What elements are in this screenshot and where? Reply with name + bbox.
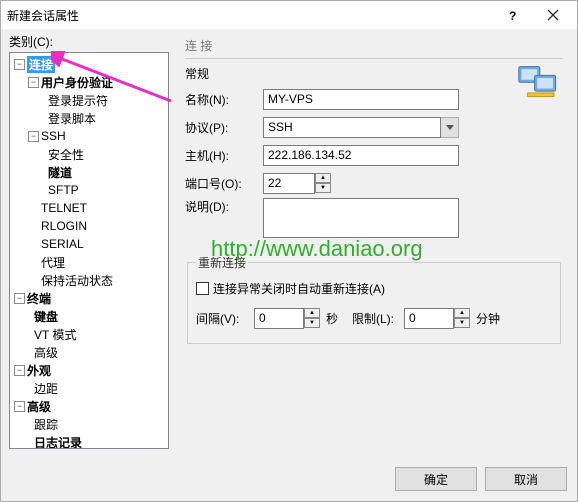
panel-header: 连 接 [185, 37, 563, 54]
limit-input[interactable] [404, 308, 454, 329]
tree-node-proxy[interactable]: 代理 [10, 253, 168, 271]
computers-icon [517, 63, 561, 103]
tree-node-rlogin[interactable]: RLOGIN [10, 217, 168, 235]
protocol-label: 协议(P): [185, 119, 263, 136]
tree-node-sftp[interactable]: SFTP [10, 181, 168, 199]
tree-node-vtmode[interactable]: VT 模式 [10, 325, 168, 343]
general-label: 常规 [185, 65, 563, 82]
collapse-icon[interactable]: − [14, 293, 25, 304]
tree-node-margin[interactable]: 边距 [10, 379, 168, 397]
host-input[interactable] [263, 145, 459, 166]
tree-node-advanced[interactable]: −高级 [10, 397, 168, 415]
desc-label: 说明(D): [185, 198, 263, 215]
tree-node-trace[interactable]: 跟踪 [10, 415, 168, 433]
interval-spinner[interactable]: ▲▼ [304, 308, 320, 328]
tree-node-auth[interactable]: −用户身份验证 [10, 73, 168, 91]
tree-node-keepalive[interactable]: 保持活动状态 [10, 271, 168, 289]
limit-label: 限制(L): [352, 310, 404, 327]
protocol-select[interactable]: SSH [263, 117, 459, 138]
tree-node-ssh[interactable]: −SSH [10, 127, 168, 145]
tree-node-serial[interactable]: SERIAL [10, 235, 168, 253]
collapse-icon[interactable]: − [14, 59, 25, 70]
interval-unit: 秒 [326, 310, 338, 327]
auto-reconnect-checkbox[interactable] [196, 282, 209, 295]
close-button[interactable] [535, 3, 571, 27]
chevron-down-icon[interactable] [441, 117, 459, 138]
category-label: 类别(C): [9, 33, 169, 50]
reconnect-legend: 重新连接 [196, 254, 248, 271]
host-label: 主机(H): [185, 147, 263, 164]
port-label: 端口号(O): [185, 175, 263, 192]
port-input[interactable] [263, 173, 315, 194]
interval-input[interactable] [254, 308, 304, 329]
tree-node-terminal[interactable]: −终端 [10, 289, 168, 307]
tree-node-connection[interactable]: −连接 [10, 55, 168, 73]
auto-reconnect-label: 连接异常关闭时自动重新连接(A) [213, 280, 385, 297]
tree-node-login-prompt[interactable]: 登录提示符 [10, 91, 168, 109]
name-input[interactable] [263, 89, 459, 110]
svg-text:?: ? [509, 9, 516, 21]
name-label: 名称(N): [185, 91, 263, 108]
collapse-icon[interactable]: − [28, 77, 39, 88]
tree-node-security[interactable]: 安全性 [10, 145, 168, 163]
reconnect-group: 重新连接 连接异常关闭时自动重新连接(A) 间隔(V): ▲▼ 秒 限制(L):… [187, 254, 561, 344]
titlebar: 新建会话属性 ? [1, 1, 577, 29]
help-button[interactable]: ? [495, 3, 531, 27]
cancel-button[interactable]: 取消 [485, 467, 567, 491]
port-spinner[interactable]: ▲▼ [315, 173, 331, 193]
collapse-icon[interactable]: − [14, 401, 25, 412]
tree-node-term-advanced[interactable]: 高级 [10, 343, 168, 361]
limit-spinner[interactable]: ▲▼ [454, 308, 470, 328]
collapse-icon[interactable]: − [14, 365, 25, 376]
tree-node-appearance[interactable]: −外观 [10, 361, 168, 379]
tree-node-telnet[interactable]: TELNET [10, 199, 168, 217]
help-icon: ? [507, 9, 519, 21]
window-title: 新建会话属性 [7, 7, 495, 24]
tree-node-tunnel[interactable]: 隧道 [10, 163, 168, 181]
category-tree[interactable]: −连接 −用户身份验证 登录提示符 登录脚本 −SSH 安全性 隧道 SFTP … [9, 52, 169, 449]
tree-node-logging[interactable]: 日志记录 [10, 433, 168, 449]
interval-label: 间隔(V): [196, 310, 254, 327]
desc-input[interactable] [263, 198, 459, 238]
collapse-icon[interactable]: − [28, 131, 39, 142]
limit-unit: 分钟 [476, 310, 500, 327]
tree-node-login-script[interactable]: 登录脚本 [10, 109, 168, 127]
tree-node-keyboard[interactable]: 键盘 [10, 307, 168, 325]
ok-button[interactable]: 确定 [395, 467, 477, 491]
close-icon [547, 9, 559, 21]
